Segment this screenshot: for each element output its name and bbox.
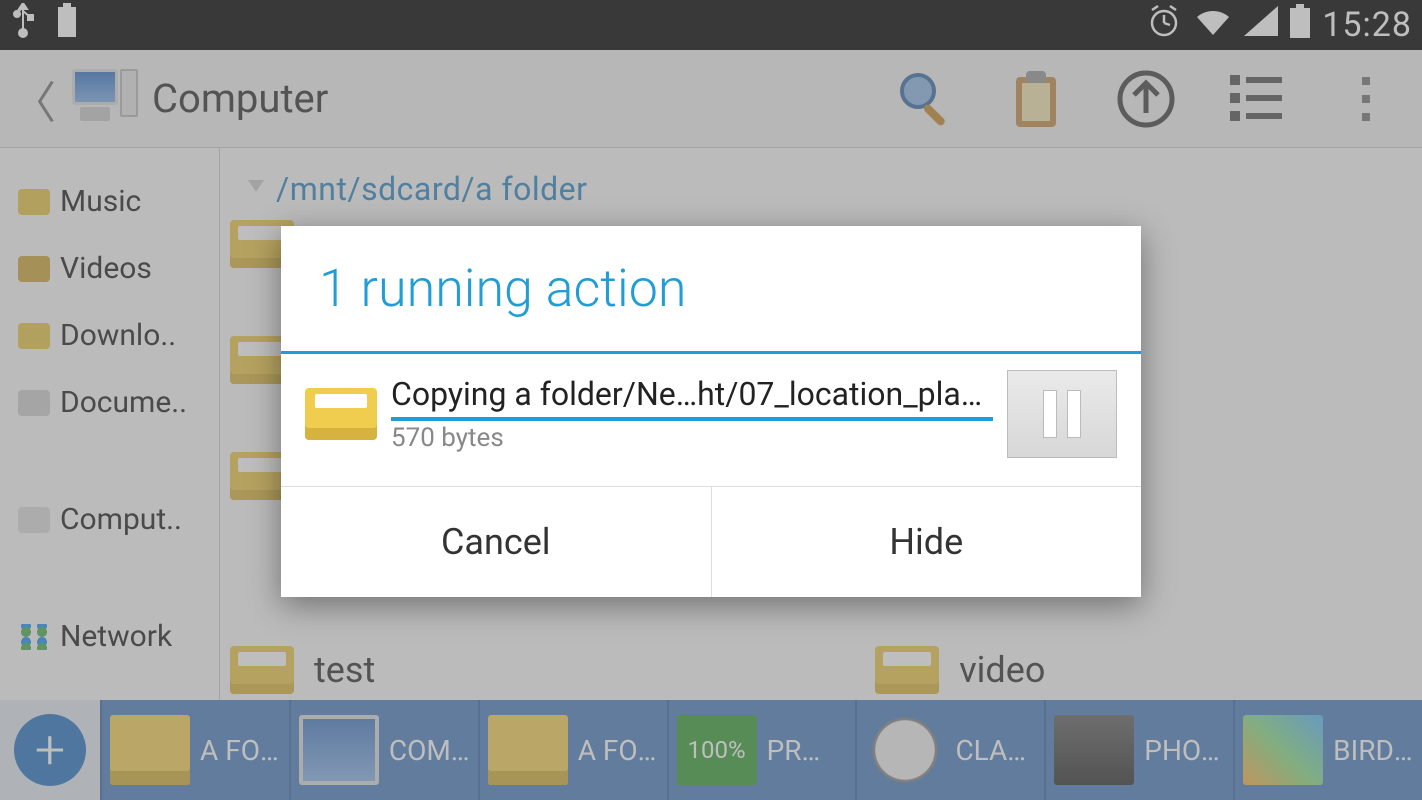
action-size: 570 bytes [391, 423, 993, 453]
hide-button[interactable]: Hide [711, 487, 1142, 597]
action-item: Copying a folder/Ne…ht/07_location_place… [281, 354, 1141, 486]
cancel-button[interactable]: Cancel [281, 487, 711, 597]
running-action-dialog: 1 running action Copying a folder/Ne…ht/… [281, 226, 1141, 597]
action-description: Copying a folder/Ne…ht/07_location_place [391, 375, 993, 413]
pause-button[interactable] [1007, 370, 1117, 458]
pause-icon [1067, 390, 1081, 438]
progress-bar [391, 417, 993, 421]
dialog-title: 1 running action [281, 226, 1141, 351]
folder-copy-icon [305, 388, 377, 440]
pause-icon [1043, 390, 1057, 438]
